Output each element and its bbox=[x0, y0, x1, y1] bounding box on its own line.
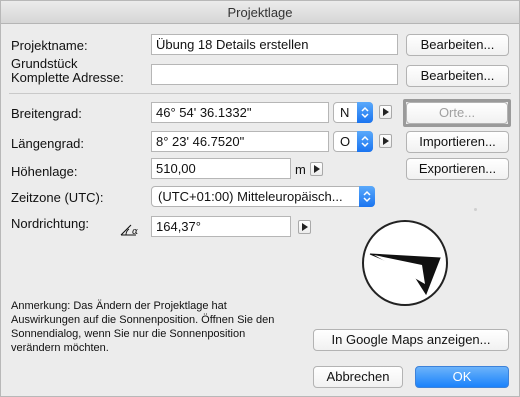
title-bar: Projektlage bbox=[1, 1, 519, 24]
decorative-dot bbox=[474, 208, 477, 211]
latitude-field[interactable]: 46° 54' 36.1332" bbox=[151, 102, 329, 123]
triangle-right-icon bbox=[383, 137, 389, 145]
timezone-value: (UTC+01:00) Mitteleuropäisch... bbox=[158, 189, 343, 204]
longitude-direction-value: O bbox=[340, 134, 351, 149]
note-text: Anmerkung: Das Ändern der Projektlage ha… bbox=[11, 300, 275, 354]
address-label: Grundstück Komplette Adresse: bbox=[11, 57, 124, 85]
elevation-field[interactable]: 510,00 bbox=[151, 158, 291, 179]
edit-address-button[interactable]: Bearbeiten... bbox=[406, 65, 509, 87]
longitude-field[interactable]: 8° 23' 46.7520" bbox=[151, 131, 329, 152]
updown-chevron-icon bbox=[357, 131, 373, 152]
triangle-right-icon bbox=[302, 223, 308, 231]
latitude-label: Breitengrad: bbox=[11, 106, 82, 121]
triangle-right-icon bbox=[383, 108, 389, 116]
address-field[interactable] bbox=[151, 64, 398, 85]
longitude-menu-arrow-button[interactable] bbox=[379, 134, 392, 148]
edit-project-name-button[interactable]: Bearbeiten... bbox=[406, 34, 509, 56]
address-label-line2: Komplette Adresse: bbox=[11, 70, 124, 85]
elevation-menu-arrow-button[interactable] bbox=[310, 162, 323, 176]
timezone-label: Zeitzone (UTC): bbox=[11, 190, 104, 205]
project-name-field[interactable]: Übung 18 Details erstellen bbox=[151, 34, 398, 55]
longitude-direction-popup[interactable]: O bbox=[333, 131, 373, 152]
north-direction-compass-icon bbox=[369, 253, 441, 296]
project-name-label: Projektname: bbox=[11, 38, 88, 53]
places-button[interactable]: Orte... bbox=[406, 102, 508, 124]
north-direction-compass[interactable] bbox=[362, 220, 448, 306]
cancel-button[interactable]: Abbrechen bbox=[313, 366, 403, 388]
svg-text:α: α bbox=[132, 227, 138, 237]
address-label-line1: Grundstück bbox=[11, 56, 78, 71]
elevation-label: Höhenlage: bbox=[11, 164, 78, 179]
latitude-menu-arrow-button[interactable] bbox=[379, 105, 392, 119]
timezone-popup[interactable]: (UTC+01:00) Mitteleuropäisch... bbox=[151, 186, 375, 207]
elevation-unit: m bbox=[295, 162, 306, 177]
project-location-dialog: Projektlage Projektname: Übung 18 Detail… bbox=[0, 0, 520, 397]
latitude-direction-value: N bbox=[340, 105, 350, 120]
longitude-label: Längengrad: bbox=[11, 136, 85, 151]
import-button[interactable]: Importieren... bbox=[406, 131, 509, 153]
updown-chevron-icon bbox=[359, 186, 375, 207]
separator bbox=[9, 93, 511, 94]
angle-icon: α bbox=[120, 224, 138, 237]
ok-button[interactable]: OK bbox=[415, 366, 509, 388]
triangle-right-icon bbox=[314, 165, 320, 173]
window-title: Projektlage bbox=[227, 5, 293, 20]
north-direction-label: Nordrichtung: bbox=[11, 216, 90, 231]
north-direction-field[interactable]: 164,37° bbox=[151, 216, 291, 237]
north-direction-menu-arrow-button[interactable] bbox=[298, 220, 311, 234]
updown-chevron-icon bbox=[357, 102, 373, 123]
latitude-direction-popup[interactable]: N bbox=[333, 102, 373, 123]
show-in-google-maps-button[interactable]: In Google Maps anzeigen... bbox=[313, 329, 509, 351]
export-button[interactable]: Exportieren... bbox=[406, 158, 509, 180]
